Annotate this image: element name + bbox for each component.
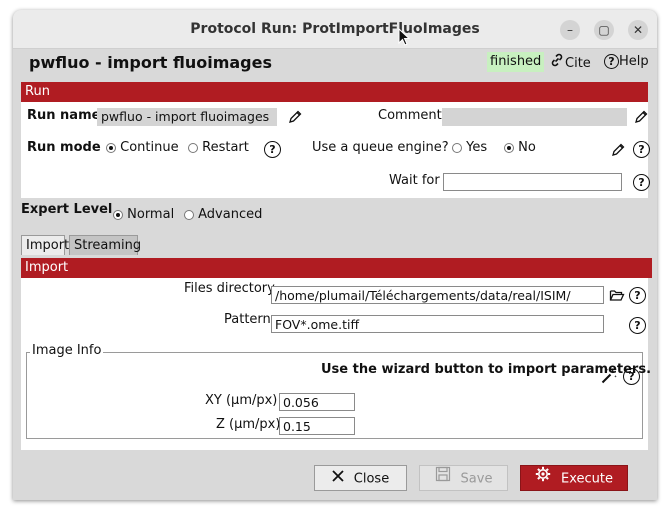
status-badge: finished: [487, 52, 545, 72]
cite-button[interactable]: Cite: [549, 52, 591, 72]
run-mode-restart-radio[interactable]: Restart: [188, 140, 249, 155]
queue-yes-radio[interactable]: Yes: [452, 140, 487, 155]
close-window-button[interactable]: ✕: [628, 20, 648, 40]
expert-level-label: Expert Level: [21, 202, 113, 217]
save-label: Save: [460, 471, 493, 487]
wait-for-help-icon[interactable]: ?: [633, 174, 650, 191]
restart-label: Restart: [202, 140, 249, 155]
wait-for-input[interactable]: [443, 173, 622, 191]
queue-help-icon[interactable]: ?: [633, 141, 650, 158]
continue-label: Continue: [120, 140, 179, 155]
pattern-help-icon[interactable]: ?: [629, 317, 646, 334]
image-info-help-icon[interactable]: ?: [623, 368, 640, 385]
run-section-header: Run: [21, 82, 648, 102]
protocol-run-window: Protocol Run: ProtImportFluoImages – ▢ ✕…: [13, 10, 657, 500]
pattern-label: Pattern: [224, 312, 271, 327]
radio-indicator: [504, 142, 514, 153]
files-directory-label: Files directory: [184, 281, 275, 296]
tab-import[interactable]: Import: [21, 235, 69, 255]
xy-pixel-size-label: XY (μm/px): [205, 393, 278, 408]
edit-queue-pencil-icon[interactable]: [610, 142, 626, 162]
run-mode-label: Run mode: [27, 140, 101, 155]
yes-label: Yes: [466, 140, 488, 155]
run-mode-continue-radio[interactable]: Continue: [106, 140, 179, 155]
save-disk-icon: [435, 466, 451, 492]
z-pixel-size-input[interactable]: 0.15: [279, 417, 355, 435]
help-icon: ?: [604, 54, 619, 69]
wait-for-label: Wait for: [389, 173, 440, 188]
radio-indicator: [184, 209, 194, 220]
pattern-input[interactable]: FOV*.ome.tiff: [271, 315, 604, 333]
save-button[interactable]: Save: [419, 465, 508, 491]
mouse-cursor-icon: [398, 27, 411, 50]
help-label: Help: [619, 54, 649, 69]
execute-label: Execute: [561, 471, 613, 487]
run-name-label: Run name: [27, 108, 101, 123]
wizard-magic-wand-icon[interactable]: [600, 367, 618, 389]
radio-indicator: [188, 142, 198, 153]
no-label: No: [518, 140, 536, 155]
protocol-name: pwfluo - import fluoimages: [29, 53, 272, 72]
cite-label: Cite: [565, 56, 591, 71]
tab-streaming[interactable]: Streaming: [69, 235, 141, 255]
files-directory-input[interactable]: /home/plumail/Téléchargements/data/real/…: [271, 286, 604, 304]
run-mode-help-icon[interactable]: ?: [264, 141, 281, 158]
close-label: Close: [353, 471, 390, 487]
z-pixel-size-label: Z (μm/px): [216, 417, 281, 432]
minimize-button[interactable]: –: [560, 20, 580, 40]
queue-no-radio[interactable]: No: [504, 140, 536, 155]
close-button[interactable]: Close: [314, 465, 407, 491]
expert-normal-radio[interactable]: Normal: [113, 207, 174, 222]
image-info-legend: Image Info: [30, 343, 104, 358]
xy-pixel-size-input[interactable]: 0.056: [279, 393, 355, 411]
execute-button[interactable]: Execute: [520, 465, 628, 491]
radio-indicator: [452, 142, 462, 153]
folder-browse-icon[interactable]: [609, 287, 625, 307]
import-section-header: Import: [21, 258, 652, 278]
comment-field[interactable]: [442, 108, 627, 126]
files-directory-help-icon[interactable]: ?: [629, 287, 646, 304]
expert-advanced-radio[interactable]: Advanced: [184, 207, 262, 222]
run-name-field[interactable]: pwfluo - import fluoimages: [97, 108, 277, 126]
comment-label: Comment: [378, 108, 442, 123]
normal-label: Normal: [127, 207, 175, 222]
radio-indicator: [113, 209, 123, 220]
maximize-button[interactable]: ▢: [594, 20, 614, 40]
gear-icon: [535, 466, 551, 492]
close-x-icon: [332, 466, 344, 492]
help-button[interactable]: ? Help: [604, 52, 649, 72]
edit-comment-pencil-icon[interactable]: [633, 109, 649, 129]
queue-engine-label: Use a queue engine?: [312, 140, 449, 155]
title-bar[interactable]: Protocol Run: ProtImportFluoImages – ▢ ✕: [13, 10, 657, 49]
edit-run-name-pencil-icon[interactable]: [287, 109, 303, 129]
link-icon: [549, 52, 565, 75]
radio-indicator: [106, 142, 116, 153]
advanced-label: Advanced: [198, 207, 263, 222]
